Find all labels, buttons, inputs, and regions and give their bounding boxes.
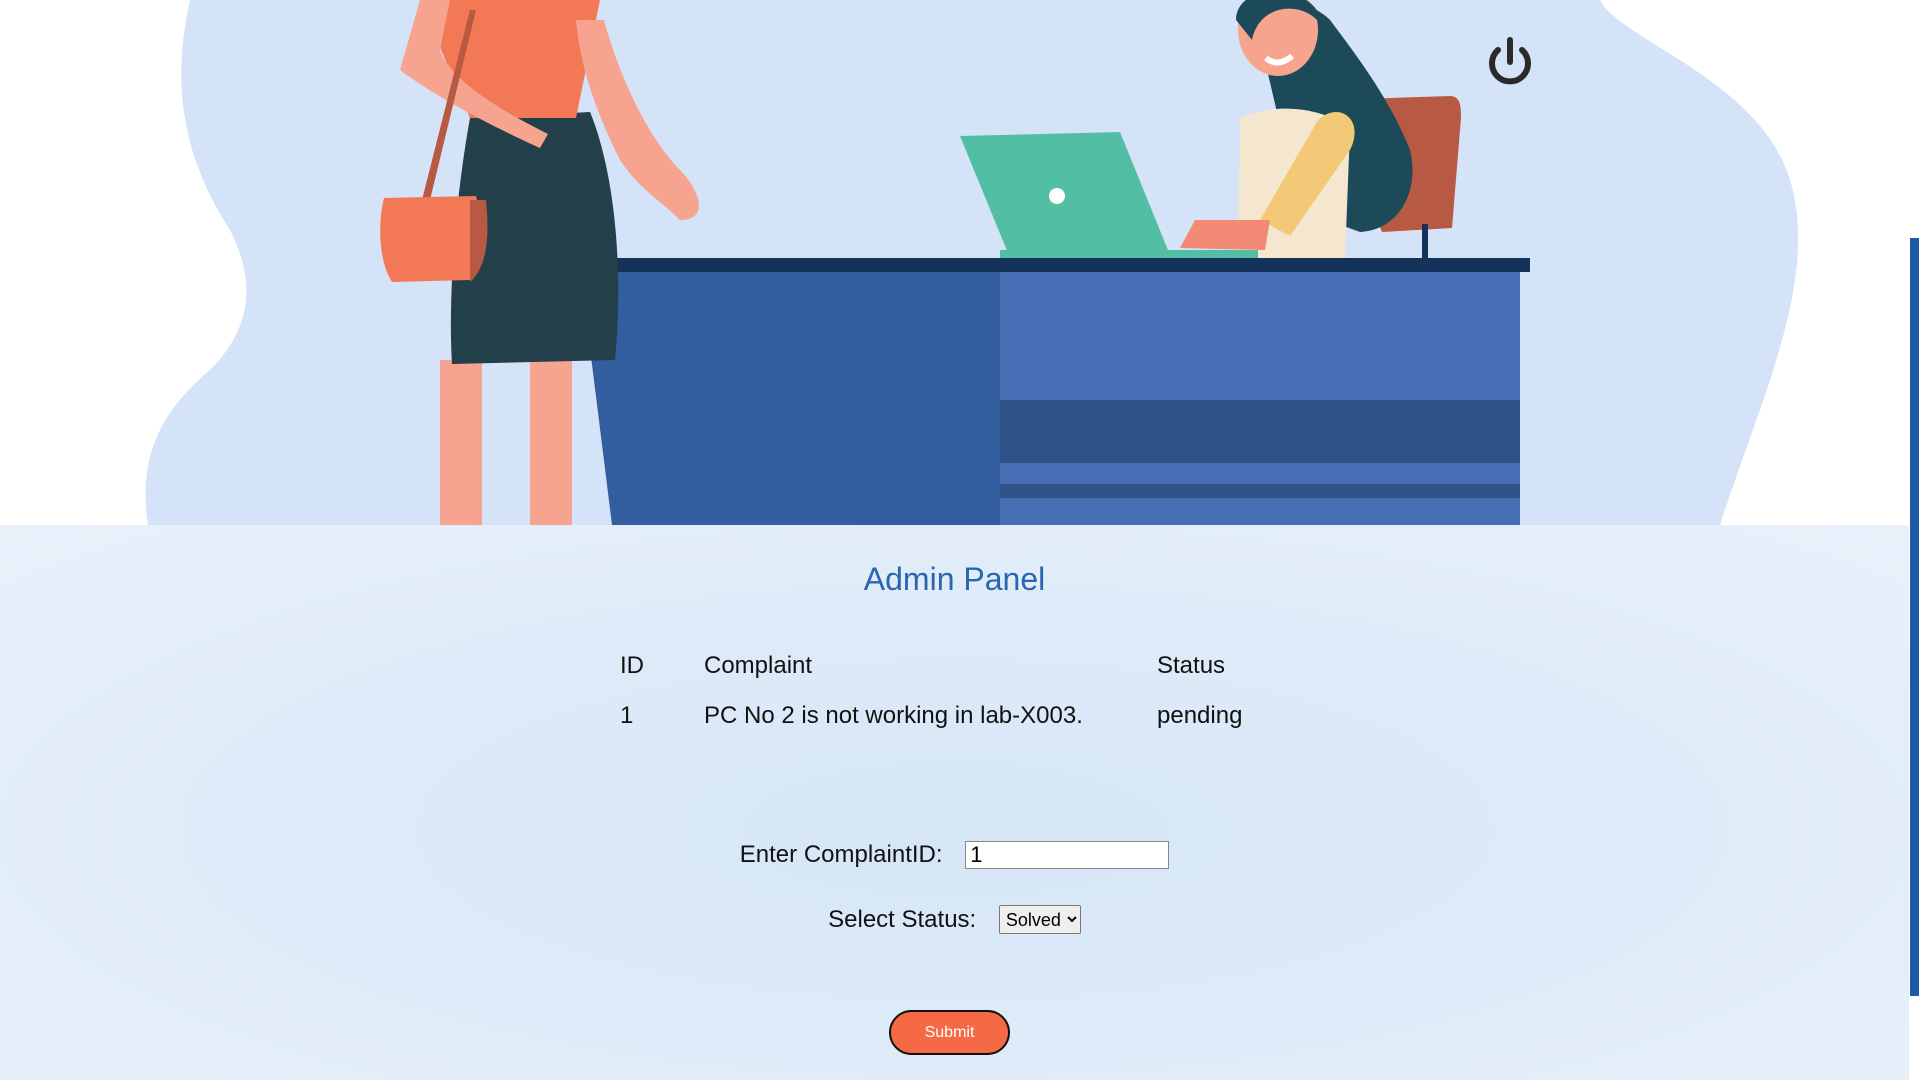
cell-complaint: PC No 2 is not working in lab-X003. (704, 702, 1083, 729)
cell-id: 1 (620, 702, 634, 729)
complaint-id-row: Enter ComplaintID: (0, 840, 1909, 869)
desk-drawer (1000, 400, 1520, 463)
admin-panel: Admin Panel ID Complaint Status 1 PC No … (0, 525, 1909, 1080)
help-desk-illustration (145, 0, 1799, 525)
status-row: Select Status: Solved (0, 905, 1909, 935)
desk-top (590, 258, 1530, 272)
table-row: 1 PC No 2 is not working in lab-X003. pe… (610, 691, 1260, 741)
seated-woman-hands (1180, 220, 1270, 250)
power-icon (1489, 37, 1531, 85)
standing-woman-leg-left (440, 360, 482, 525)
scrollbar-thumb[interactable] (1910, 238, 1919, 996)
power-button[interactable] (1482, 34, 1538, 90)
table-header-row: ID Complaint Status (610, 641, 1260, 691)
column-header-id: ID (620, 652, 644, 679)
status-select[interactable]: Solved (998, 905, 1081, 935)
handbag (380, 196, 482, 282)
complaint-id-label: Enter ComplaintID: (739, 840, 943, 868)
desk-stripe (1000, 484, 1520, 498)
complaints-table: ID Complaint Status 1 PC No 2 is not wor… (610, 641, 1260, 741)
standing-woman-leg-right (530, 360, 572, 525)
page-title: Admin Panel (863, 561, 1046, 597)
column-header-complaint: Complaint (704, 652, 813, 679)
status-label: Select Status: (828, 905, 977, 933)
desk-left-panel (580, 268, 1000, 525)
column-header-status: Status (1157, 652, 1226, 679)
submit-button[interactable]: Submit (889, 1010, 1010, 1055)
cell-status: pending (1157, 702, 1243, 729)
hero-illustration (0, 0, 1909, 525)
laptop-logo (1049, 188, 1065, 204)
complaint-id-input[interactable] (965, 840, 1170, 869)
